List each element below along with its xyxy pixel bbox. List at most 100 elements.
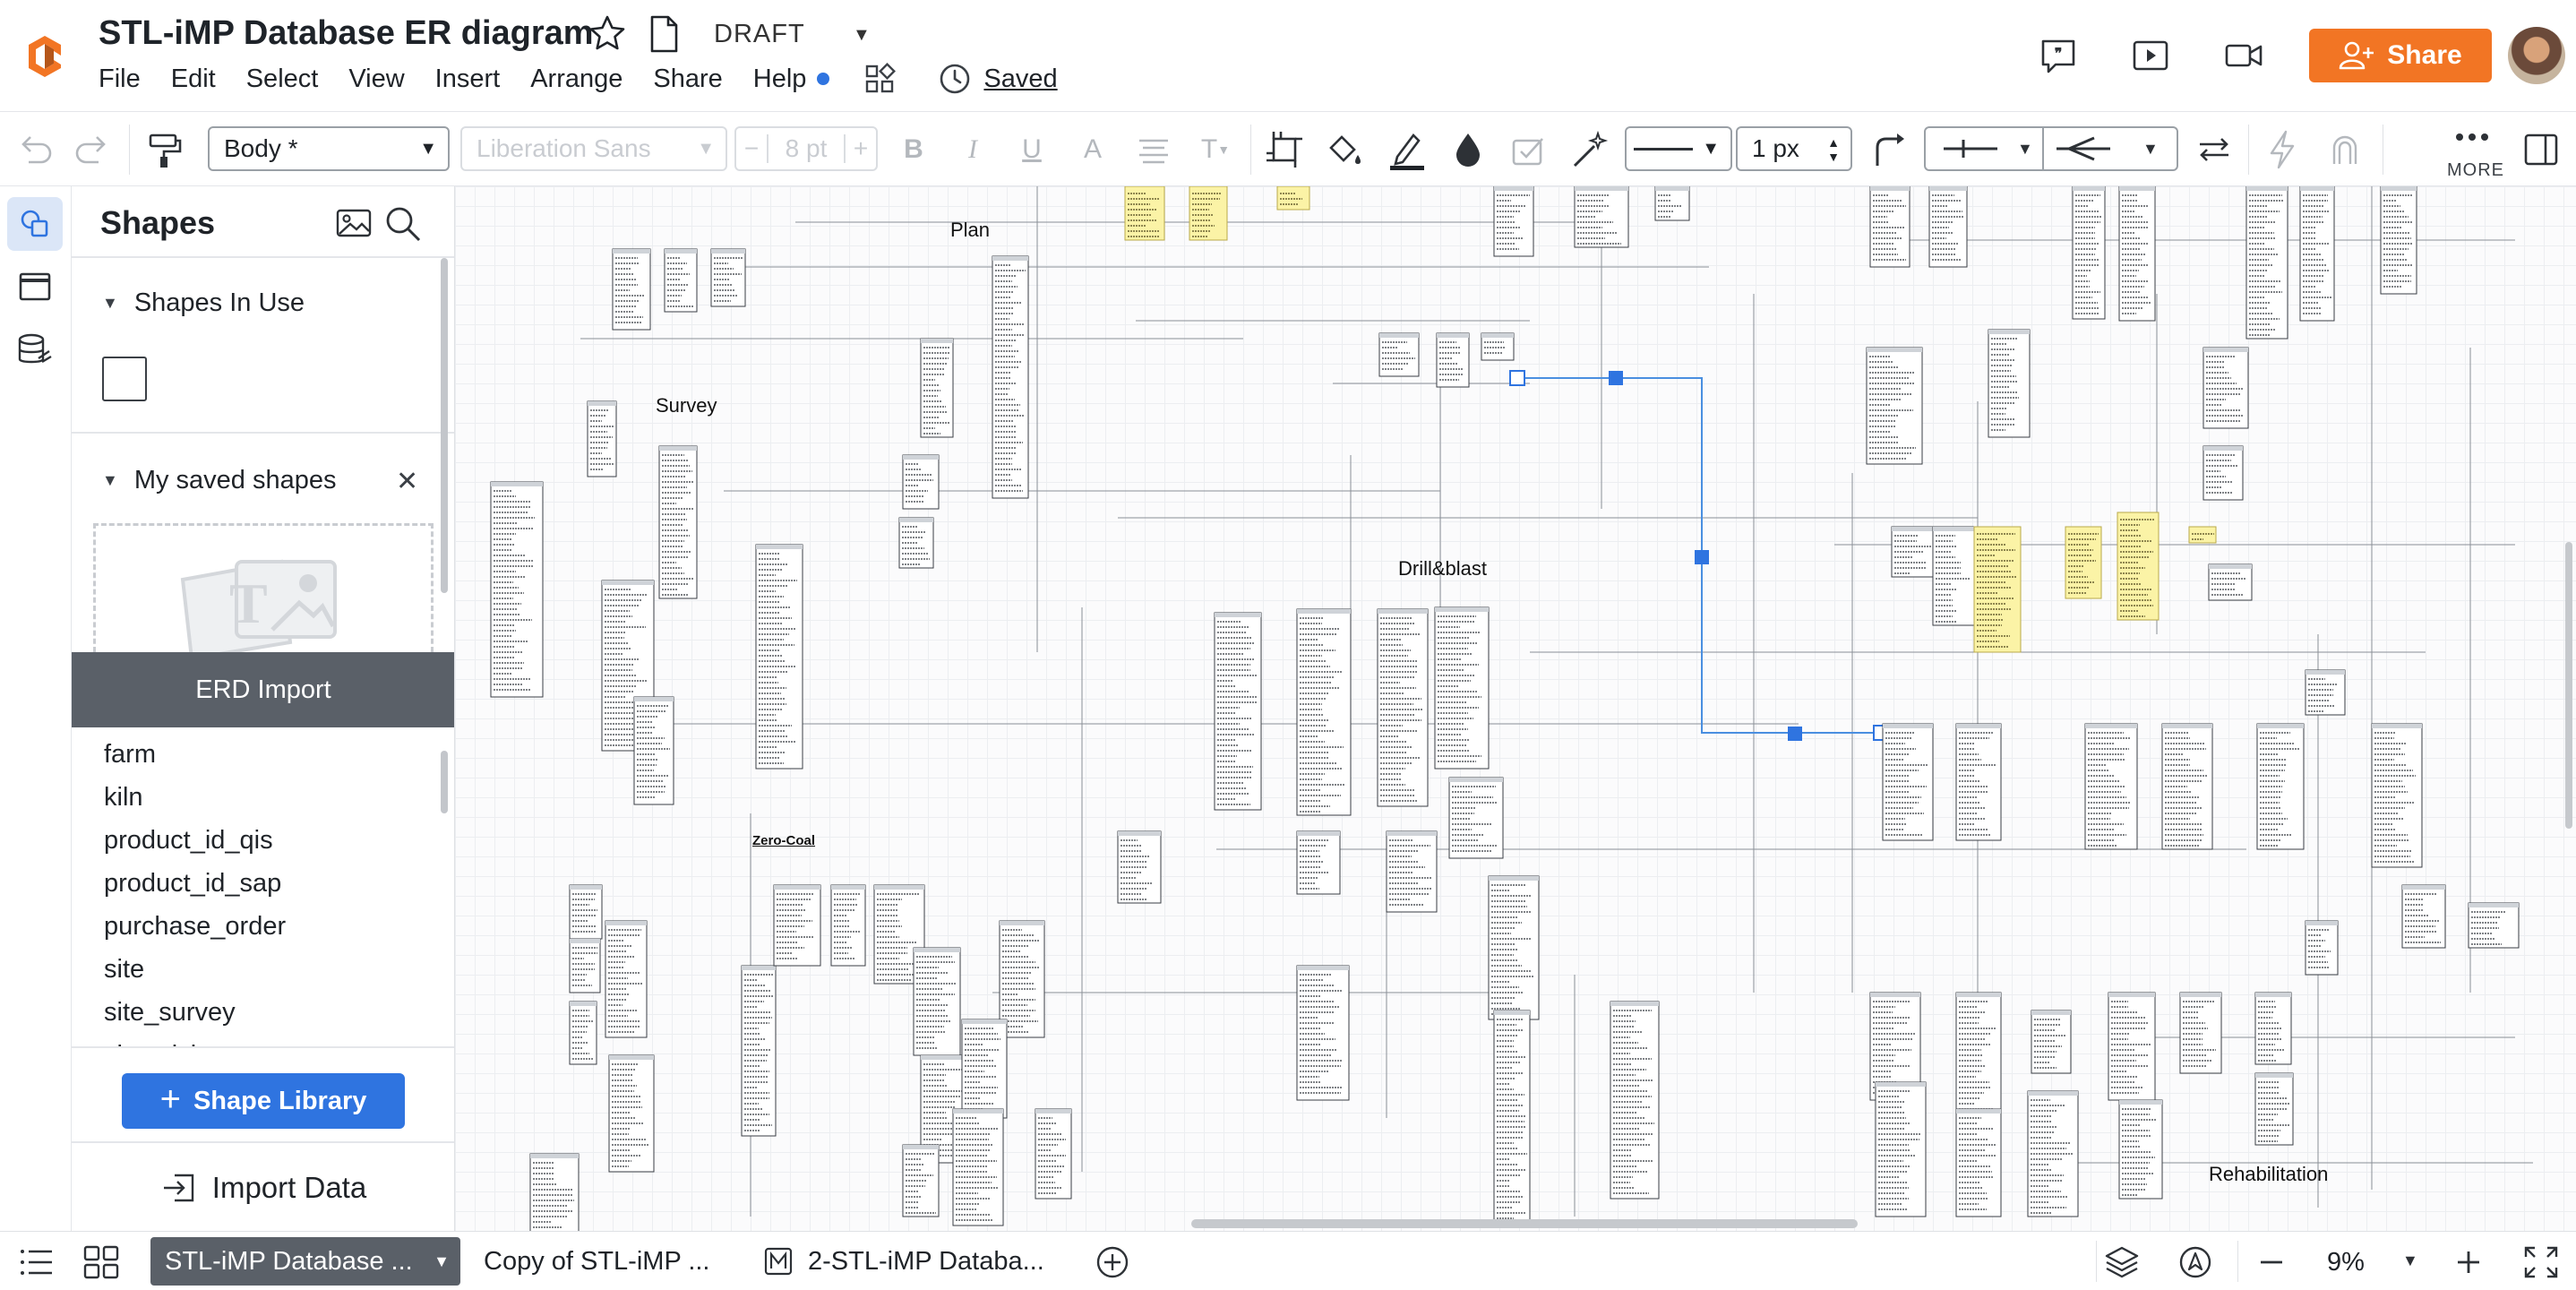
lightning-icon[interactable] [2261,128,2304,171]
entity-table[interactable] [902,454,940,510]
entity-header[interactable] [665,249,697,254]
entity-table[interactable] [2380,186,2417,295]
entity-header[interactable] [2402,885,2445,890]
highlighted-entity-table[interactable] [1189,186,1228,241]
entity-header[interactable] [2028,1091,2078,1096]
horizontal-scrollbar[interactable] [1191,1219,1858,1228]
more-label[interactable]: MORE [2447,160,2504,181]
menu-edit[interactable]: Edit [171,64,216,94]
list-item[interactable]: site_survey [104,991,286,1034]
entity-table[interactable] [633,696,674,805]
entity-header[interactable] [1883,724,1933,728]
more-icon[interactable] [2445,121,2499,153]
entity-header[interactable] [874,885,924,890]
entity-header[interactable] [756,545,803,549]
entity-header[interactable] [953,1109,1003,1114]
increase-font-size-button[interactable]: + [844,134,876,163]
group-label-rehabilitation[interactable]: Rehabilitation [2209,1163,2328,1186]
line-color-icon[interactable] [1385,128,1430,171]
opacity-icon[interactable] [1447,128,1489,171]
navigator-icon[interactable] [2177,1244,2214,1280]
entity-table[interactable] [2305,920,2339,976]
entity-table[interactable] [2202,445,2244,501]
style-icon[interactable] [1507,128,1551,171]
entity-header[interactable] [1870,993,1920,997]
fill-color-icon[interactable] [1322,128,1367,171]
zoom-in-icon[interactable] [2451,1244,2486,1280]
entity-table[interactable] [1955,723,2002,841]
document-icon[interactable] [647,14,681,54]
entity-header[interactable] [2119,1100,2162,1105]
menu-insert[interactable]: Insert [435,64,501,94]
chevron-down-icon[interactable]: ▼ [853,25,871,46]
entity-table[interactable] [1214,612,1262,811]
decrease-font-size-button[interactable]: − [736,134,769,163]
entity-header[interactable] [2255,1073,2293,1078]
menu-select[interactable]: Select [246,64,319,94]
image-search-icon[interactable] [335,206,373,238]
scrollbar[interactable] [441,258,448,593]
document-title[interactable]: STL-iMP Database ER diagram [99,14,594,53]
group-label-zero-coal[interactable]: Zero-Coal [752,833,815,848]
text-style-select[interactable]: Body * ▼ [208,126,450,171]
entity-header[interactable] [1988,330,2030,334]
entity-header[interactable] [1892,527,1936,531]
entity-header[interactable] [1494,186,1533,191]
entity-table[interactable] [2072,186,2106,320]
underline-icon[interactable]: U [1014,128,1050,171]
chevron-down-icon[interactable]: ▼ [434,1252,450,1271]
redo-icon[interactable] [72,128,115,171]
entity-table[interactable] [755,544,803,770]
entity-header[interactable] [570,1002,597,1006]
section-shapes-in-use[interactable]: ▼ Shapes In Use [102,288,305,318]
entity-header[interactable] [1610,1002,1659,1006]
entity-header[interactable] [774,885,820,890]
shape-library-button[interactable]: + Shape Library [122,1073,405,1129]
entity-header[interactable] [2119,186,2155,191]
apps-icon[interactable] [862,61,897,97]
magic-wand-icon[interactable] [1567,128,1612,171]
menu-file[interactable]: File [99,64,141,94]
entity-header[interactable] [1933,527,1974,531]
entity-header[interactable] [831,885,865,890]
text-options-icon[interactable]: T ▼ [1195,128,1236,171]
shape-rectangle[interactable] [102,357,147,401]
zoom-out-icon[interactable] [2254,1244,2289,1280]
entity-header[interactable] [1379,333,1419,338]
endpoint-select[interactable]: ▼ ▼ [1924,126,2178,171]
entity-header[interactable] [1215,613,1261,617]
entity-header[interactable] [1297,966,1349,970]
entity-table[interactable] [1882,723,1934,841]
page-grid-icon[interactable] [82,1244,120,1280]
bold-icon[interactable]: B [896,128,932,171]
entity-header[interactable] [2085,724,2137,728]
entity-table[interactable] [608,1054,655,1173]
star-icon[interactable] [587,13,628,54]
entity-header[interactable] [1387,831,1437,836]
entity-header[interactable] [962,1019,1007,1024]
entity-header[interactable] [1437,333,1469,338]
entity-table[interactable] [1955,1108,2002,1217]
swap-icon[interactable] [2193,128,2236,171]
entity-header[interactable] [899,518,933,522]
entity-header[interactable] [1876,1082,1926,1087]
entity-header[interactable] [2209,564,2252,569]
document-status[interactable]: DRAFT [714,20,805,49]
page-tab-1[interactable]: STL-iMP Database ... ▼ [150,1237,460,1286]
entity-table[interactable] [1493,1010,1531,1226]
entity-header[interactable] [2203,348,2248,352]
entity-table[interactable] [1386,830,1438,913]
list-item[interactable]: product_id_sap [104,862,286,905]
entity-header[interactable] [1489,876,1539,881]
entity-header[interactable] [570,939,600,943]
entity-header[interactable] [1435,607,1489,612]
data-tab[interactable] [7,322,63,376]
shapes-tab[interactable] [7,197,63,251]
entity-header[interactable] [1449,778,1503,782]
zoom-level[interactable]: 9% [2327,1248,2365,1277]
entity-header[interactable] [2246,186,2288,191]
menu-view[interactable]: View [348,64,404,94]
entity-header[interactable] [605,921,647,925]
entity-table[interactable] [569,884,603,940]
layers-icon[interactable] [2103,1244,2141,1280]
